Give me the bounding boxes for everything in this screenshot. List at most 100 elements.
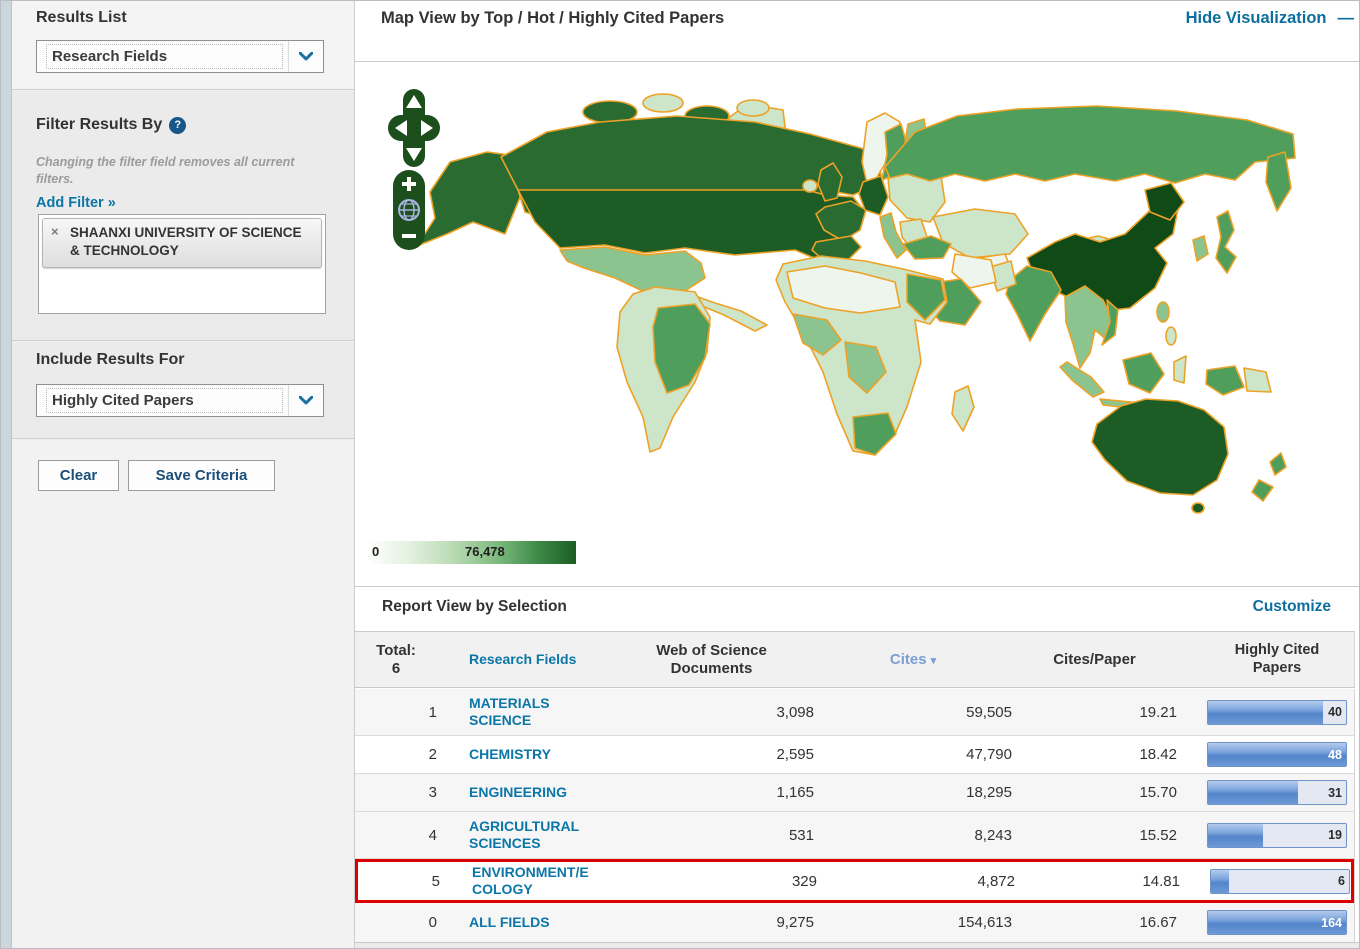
docs-cell: 9,275 <box>609 914 814 931</box>
hcp-value: 19 <box>1328 828 1342 842</box>
table-row: 3 ENGINEERING 1,165 18,295 15.70 31 <box>355 774 1354 812</box>
hcp-value: 40 <box>1328 705 1342 719</box>
chevron-down-icon <box>288 385 323 416</box>
research-field-link[interactable]: ENVIRONMENT/E​COLOGY <box>472 864 612 898</box>
column-header-research-fields: Research Fields <box>469 651 609 668</box>
report-table-header: Total: 6 Research Fields Web of Science … <box>355 631 1355 688</box>
cites-per-paper-cell: 15.52 <box>1012 827 1177 844</box>
main-panel: Map View by Top / Hot / Highly Cited Pap… <box>354 1 1360 948</box>
rank-cell: 5 <box>358 873 440 890</box>
hcp-bar: 164 <box>1207 910 1347 935</box>
cites-cell: 154,613 <box>814 914 1012 931</box>
rank-cell: 1 <box>355 704 437 721</box>
cites-per-paper-cell: 15.70 <box>1012 784 1177 801</box>
hcp-value: 164 <box>1321 916 1342 930</box>
table-row-highlighted: 5 ENVIRONMENT/E​COLOGY 329 4,872 14.81 6 <box>355 859 1354 903</box>
chevron-down-icon <box>288 41 323 72</box>
sidebar: Results List Research Fields Filter Resu… <box>12 1 354 948</box>
column-header-highly-cited-papers: Highly Cited Papers <box>1207 642 1347 677</box>
docs-cell: 1,165 <box>609 784 814 801</box>
hcp-bar: 6 <box>1210 869 1350 894</box>
docs-cell: 2,595 <box>609 746 814 763</box>
choropleth-legend: 0 76,478 <box>368 541 576 564</box>
zoom-out-icon <box>402 234 416 238</box>
results-list-title: Results List <box>36 9 127 27</box>
column-header-cites-per-paper: Cites/Paper <box>1012 651 1177 669</box>
hcp-value: 6 <box>1338 874 1345 888</box>
research-field-link[interactable]: CHEMISTRY <box>469 746 609 763</box>
map-view-title: Map View by Top / Hot / Highly Cited Pap… <box>381 9 724 28</box>
sort-down-icon: ▾ <box>931 655 937 667</box>
vertical-scrollbar[interactable] <box>1 1 12 948</box>
docs-cell: 3,098 <box>609 704 814 721</box>
active-filters-box: × SHAANXI UNIVERSITY OF SCIENCE & TECHNO… <box>38 214 326 314</box>
save-criteria-button[interactable]: Save Criteria <box>128 460 275 491</box>
filter-note: Changing the filter field removes all cu… <box>36 154 318 188</box>
table-row: 4 AGRICULTURAL SCIENCES 531 8,243 15.52 … <box>355 812 1354 859</box>
hcp-bar: 19 <box>1207 823 1347 848</box>
legend-max-label: 76,478 <box>465 544 505 559</box>
include-results-dropdown[interactable]: Highly Cited Papers <box>36 384 324 417</box>
table-row: 1 MATERIALS SCIENCE 3,098 59,505 19.21 4… <box>355 689 1354 736</box>
hcp-value: 31 <box>1328 786 1342 800</box>
include-results-dropdown-value: Highly Cited Papers <box>46 388 283 413</box>
results-list-dropdown-value: Research Fields <box>46 44 283 69</box>
map-zoom-control[interactable] <box>393 170 425 250</box>
rank-cell: 4 <box>355 827 437 844</box>
cites-per-paper-cell: 14.81 <box>1015 873 1180 890</box>
criteria-actions-section: Clear Save Criteria <box>12 440 354 948</box>
rank-cell: 0 <box>355 914 437 931</box>
cites-cell: 18,295 <box>814 784 1012 801</box>
hide-visualization-label: Hide Visualization <box>1186 9 1327 28</box>
map-header: Map View by Top / Hot / Highly Cited Pap… <box>355 1 1360 62</box>
close-icon[interactable]: × <box>51 225 59 238</box>
results-list-dropdown[interactable]: Research Fields <box>36 40 324 73</box>
rank-cell: 3 <box>355 784 437 801</box>
cites-cell: 47,790 <box>814 746 1012 763</box>
rank-cell: 2 <box>355 746 437 763</box>
help-icon[interactable]: ? <box>169 117 186 134</box>
column-header-cites[interactable]: Cites▾ <box>814 651 1012 669</box>
filter-title-label: Filter Results By <box>36 116 162 134</box>
hide-visualization-link[interactable]: Hide Visualization — <box>1186 9 1354 28</box>
filter-title: Filter Results By ? <box>36 116 186 134</box>
include-results-title: Include Results For <box>36 351 184 369</box>
filter-tag-label: SHAANXI UNIVERSITY OF SCIENCE & TECHNOLO… <box>70 225 302 258</box>
cites-per-paper-cell: 18.42 <box>1012 746 1177 763</box>
report-table-body: 1 MATERIALS SCIENCE 3,098 59,505 19.21 4… <box>355 689 1355 943</box>
research-field-link[interactable]: MATERIALS SCIENCE <box>469 695 609 729</box>
docs-cell: 329 <box>612 873 817 890</box>
column-header-wos-documents: Web of Science Documents <box>609 642 814 678</box>
research-field-link[interactable]: AGRICULTURAL SCIENCES <box>469 818 609 852</box>
legend-min-label: 0 <box>372 544 379 559</box>
customize-link[interactable]: Customize <box>1253 598 1331 616</box>
column-header-total: Total: 6 <box>355 642 437 678</box>
cites-cell: 8,243 <box>814 827 1012 844</box>
choropleth-world-map[interactable] <box>355 62 1360 586</box>
cites-per-paper-cell: 16.67 <box>1012 914 1177 931</box>
cites-per-paper-cell: 19.21 <box>1012 704 1177 721</box>
bottom-strip <box>355 942 1360 949</box>
minus-icon: — <box>1338 9 1355 28</box>
filter-tag: × SHAANXI UNIVERSITY OF SCIENCE & TECHNO… <box>42 218 322 268</box>
map-pan-control[interactable] <box>388 89 440 167</box>
hcp-bar: 31 <box>1207 780 1347 805</box>
hcp-bar: 48 <box>1207 742 1347 767</box>
report-header: Report View by Selection Customize <box>355 586 1360 632</box>
research-field-link[interactable]: ALL FIELDS <box>469 914 609 931</box>
report-view-title: Report View by Selection <box>382 598 567 616</box>
cites-cell: 4,872 <box>817 873 1015 890</box>
add-filter-link[interactable]: Add Filter » <box>36 195 116 211</box>
hcp-value: 48 <box>1328 748 1342 762</box>
table-row: 0 ALL FIELDS 9,275 154,613 16.67 164 <box>355 903 1354 943</box>
docs-cell: 531 <box>609 827 814 844</box>
results-list-section: Results List Research Fields <box>12 1 354 90</box>
clear-button[interactable]: Clear <box>38 460 119 491</box>
include-results-section: Include Results For Highly Cited Papers <box>12 342 354 439</box>
filter-section: Filter Results By ? Changing the filter … <box>12 91 354 341</box>
hcp-bar: 40 <box>1207 700 1347 725</box>
esi-results-page: Results List Research Fields Filter Resu… <box>0 0 1360 949</box>
table-row: 2 CHEMISTRY 2,595 47,790 18.42 48 <box>355 736 1354 774</box>
research-field-link[interactable]: ENGINEERING <box>469 784 609 801</box>
world-map-visualization[interactable]: 0 76,478 <box>355 62 1360 586</box>
